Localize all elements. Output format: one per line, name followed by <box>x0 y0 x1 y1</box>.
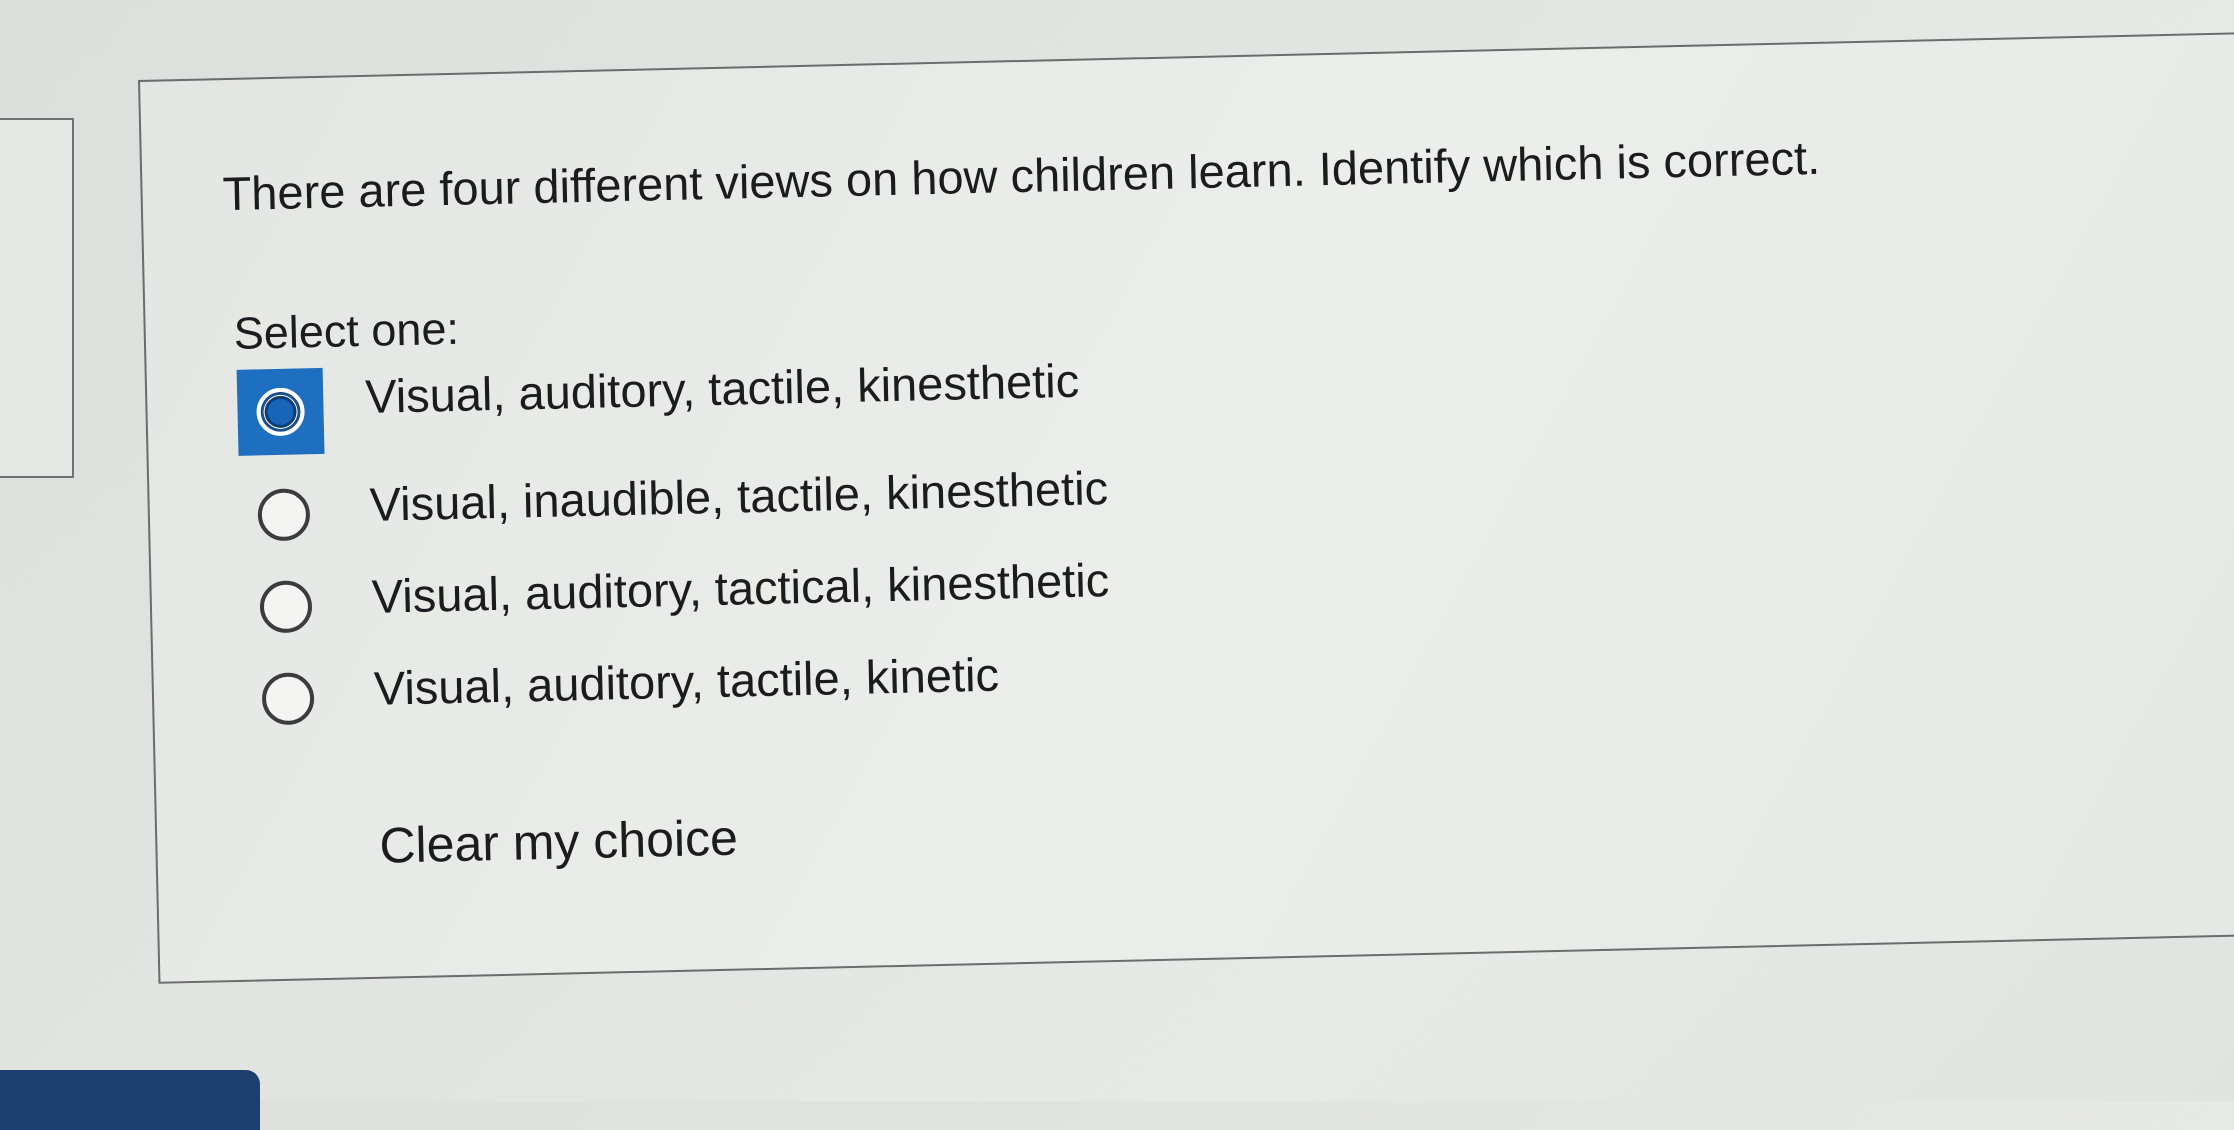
radio-checked-icon <box>256 387 306 437</box>
answer-option-label: Visual, auditory, tactile, kinetic <box>373 647 1000 715</box>
side-panel <box>0 118 74 478</box>
clear-choice-link[interactable]: Clear my choice <box>379 809 739 875</box>
answer-option-label: Visual, auditory, tactile, kinesthetic <box>364 353 1080 423</box>
radio-dot-icon <box>264 395 297 429</box>
question-text: There are four different views on how ch… <box>221 130 1821 221</box>
radio-button[interactable] <box>257 488 311 542</box>
answer-option-label: Visual, auditory, tactical, kinesthetic <box>371 553 1110 623</box>
bottom-nav-button[interactable] <box>0 1070 260 1130</box>
answer-option-1[interactable]: Visual, auditory, tactile, kinesthetic <box>236 343 1439 460</box>
question-card: There are four different views on how ch… <box>138 31 2234 984</box>
answer-option-label: Visual, inaudible, tactile, kinesthetic <box>369 461 1109 531</box>
radio-button-selected[interactable] <box>236 367 325 456</box>
radio-button[interactable] <box>259 580 313 634</box>
select-one-prompt: Select one: <box>233 302 460 359</box>
radio-button[interactable] <box>261 672 315 726</box>
